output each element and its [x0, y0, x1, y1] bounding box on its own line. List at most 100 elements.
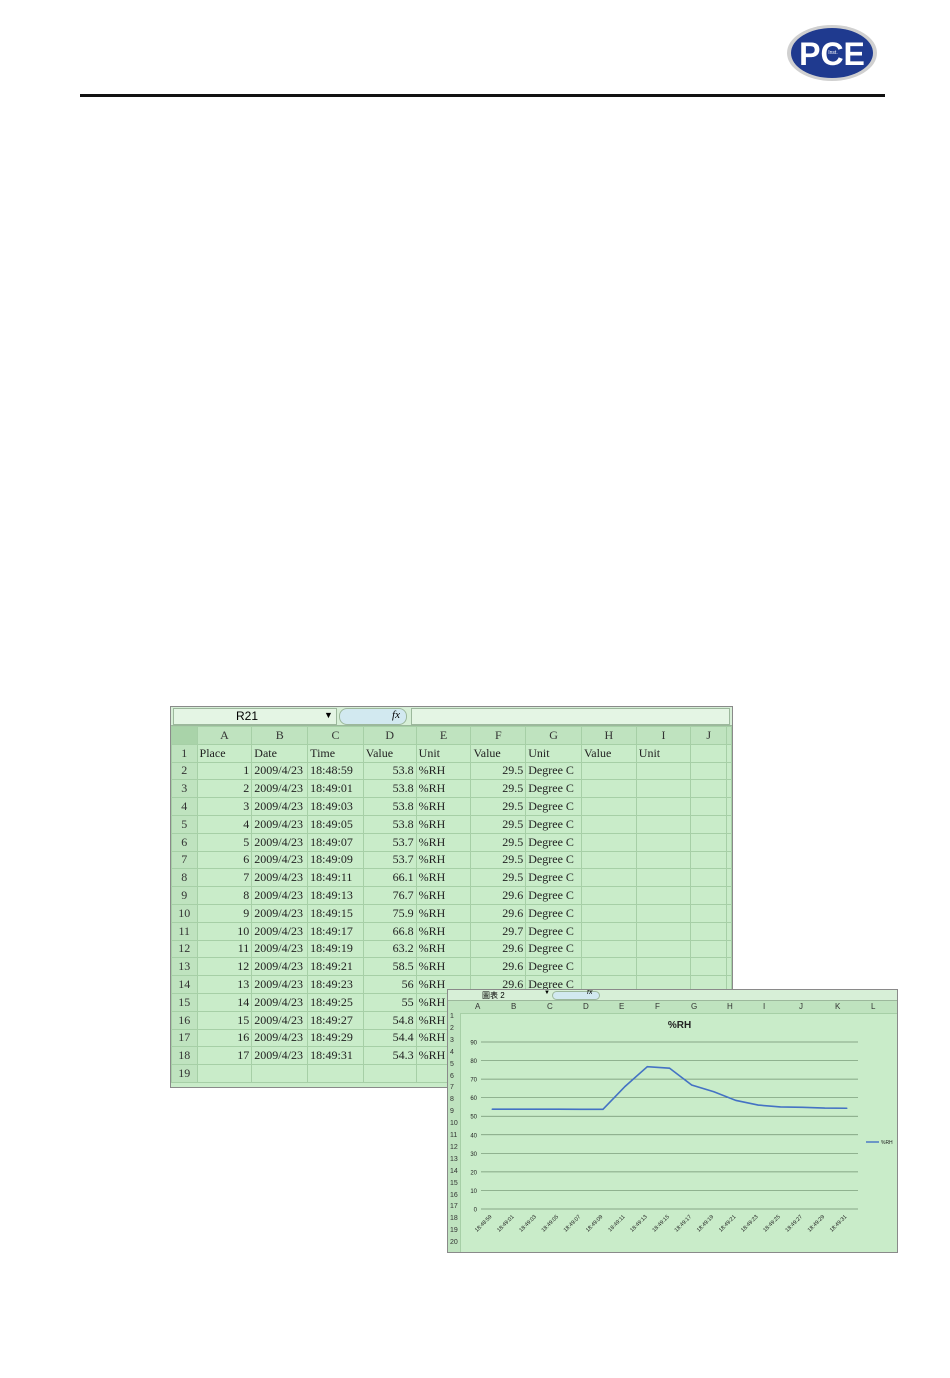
cell[interactable]: 53.8 — [362, 761, 417, 781]
cell[interactable]: 29.5 — [470, 868, 527, 888]
cell[interactable]: Degree C — [525, 868, 582, 888]
cell[interactable]: 2009/4/23 — [251, 814, 309, 834]
cell[interactable]: 11 — [196, 939, 253, 959]
column-header-e[interactable]: E — [415, 726, 472, 745]
cell[interactable] — [635, 814, 692, 834]
rh-line-chart[interactable]: %RH010203040506070809018:48:59 18:49:01 18… — [448, 990, 897, 1252]
cell[interactable]: 3 — [196, 797, 253, 816]
cell[interactable]: 10 — [196, 921, 253, 941]
cell[interactable] — [690, 939, 727, 959]
row-header[interactable]: 11 — [171, 921, 198, 941]
cell[interactable]: 4 — [196, 814, 253, 834]
row-header[interactable]: 7 — [171, 850, 198, 870]
cell[interactable]: 18:49:23 — [307, 975, 364, 994]
cell[interactable] — [580, 832, 637, 852]
cell[interactable] — [726, 743, 732, 763]
row-header[interactable]: 4 — [171, 797, 198, 816]
cell[interactable] — [690, 957, 727, 977]
cell[interactable]: 5 — [196, 832, 253, 852]
cell[interactable]: 18:49:13 — [307, 886, 364, 905]
cell[interactable] — [635, 921, 692, 941]
cell[interactable]: 66.8 — [362, 921, 417, 941]
cell[interactable] — [580, 761, 637, 781]
cell[interactable] — [690, 832, 727, 852]
cell[interactable] — [690, 814, 727, 834]
cell[interactable] — [726, 868, 732, 888]
cell[interactable]: Degree C — [525, 761, 582, 781]
cell[interactable]: Degree C — [525, 814, 582, 834]
cell[interactable] — [635, 939, 692, 959]
cell[interactable] — [726, 886, 732, 905]
cell[interactable]: 17 — [196, 1046, 253, 1066]
cell[interactable]: 13 — [196, 975, 253, 994]
cell[interactable]: Degree C — [525, 903, 582, 923]
chevron-down-icon[interactable]: ▼ — [324, 710, 333, 720]
cell[interactable]: 2009/4/23 — [251, 1010, 309, 1030]
cell[interactable]: 29.5 — [470, 850, 527, 870]
cell[interactable]: 2009/4/23 — [251, 1046, 309, 1066]
cell[interactable]: 2009/4/23 — [251, 886, 309, 905]
cell[interactable]: %RH — [415, 957, 472, 977]
cell[interactable]: 18:49:19 — [307, 939, 364, 959]
cell[interactable]: 2009/4/23 — [251, 921, 309, 941]
cell[interactable]: 29.6 — [470, 939, 527, 959]
cell[interactable]: 16 — [196, 1028, 253, 1048]
cell[interactable] — [726, 832, 732, 852]
cell[interactable]: 2009/4/23 — [251, 850, 309, 870]
column-header-f[interactable]: F — [470, 726, 527, 745]
row-header[interactable]: 1 — [171, 743, 198, 763]
cell[interactable]: 29.7 — [470, 921, 527, 941]
cell[interactable]: 63.2 — [362, 939, 417, 959]
cell[interactable] — [690, 797, 727, 816]
cell[interactable] — [580, 868, 637, 888]
cell[interactable]: 29.6 — [470, 886, 527, 905]
cell[interactable]: Degree C — [525, 939, 582, 959]
cell[interactable]: Value — [470, 743, 527, 763]
cell[interactable]: 76.7 — [362, 886, 417, 905]
formula-input[interactable] — [411, 708, 730, 725]
cell[interactable]: 18:49:15 — [307, 903, 364, 923]
cell[interactable]: 2 — [196, 779, 253, 799]
cell[interactable] — [580, 850, 637, 870]
cell[interactable] — [690, 779, 727, 799]
cell[interactable]: Degree C — [525, 850, 582, 870]
cell[interactable]: 58.5 — [362, 957, 417, 977]
cell[interactable]: 9 — [196, 903, 253, 923]
cell[interactable]: Date — [251, 743, 309, 763]
row-header[interactable]: 17 — [171, 1028, 198, 1048]
cell[interactable]: %RH — [415, 868, 472, 888]
cell[interactable]: 12 — [196, 957, 253, 977]
cell[interactable] — [580, 957, 637, 977]
row-header[interactable]: 14 — [171, 975, 198, 994]
cell[interactable]: %RH — [415, 761, 472, 781]
cell[interactable] — [690, 903, 727, 923]
cell[interactable]: 18:49:25 — [307, 992, 364, 1012]
row-header[interactable]: 9 — [171, 886, 198, 905]
cell[interactable] — [580, 921, 637, 941]
cell[interactable]: 2009/4/23 — [251, 1028, 309, 1048]
row-header[interactable]: 2 — [171, 761, 198, 781]
cell[interactable] — [635, 761, 692, 781]
cell[interactable] — [580, 779, 637, 799]
cell[interactable]: 2009/4/23 — [251, 797, 309, 816]
cell[interactable]: Degree C — [525, 797, 582, 816]
cell[interactable]: 29.6 — [470, 957, 527, 977]
cell[interactable] — [307, 1064, 364, 1083]
cell[interactable] — [635, 868, 692, 888]
cell[interactable] — [580, 797, 637, 816]
cell[interactable]: 55 — [362, 992, 417, 1012]
cell[interactable] — [726, 939, 732, 959]
cell[interactable]: 18:49:03 — [307, 797, 364, 816]
row-header[interactable]: 8 — [171, 868, 198, 888]
cell[interactable]: Time — [307, 743, 364, 763]
cell[interactable]: %RH — [415, 779, 472, 799]
cell[interactable]: 18:49:29 — [307, 1028, 364, 1048]
cell[interactable]: %RH — [415, 921, 472, 941]
cell[interactable]: 18:49:31 — [307, 1046, 364, 1066]
cell[interactable]: 29.5 — [470, 779, 527, 799]
cell[interactable] — [251, 1064, 309, 1083]
row-header[interactable]: 18 — [171, 1046, 198, 1066]
column-header-b[interactable]: B — [251, 726, 309, 745]
row-header[interactable]: 16 — [171, 1010, 198, 1030]
cell[interactable] — [726, 903, 732, 923]
